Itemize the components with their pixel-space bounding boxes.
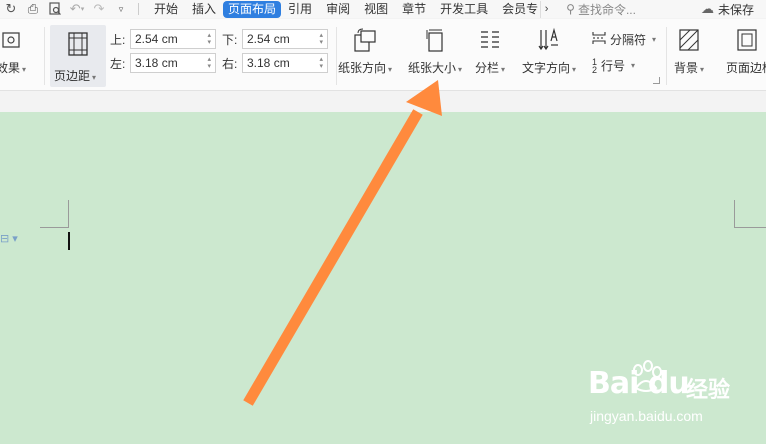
tab-view[interactable]: 视图: [357, 1, 395, 18]
text-cursor: [68, 232, 70, 250]
text-direction-icon: [536, 27, 562, 53]
columns-button[interactable]: 分栏 ▾: [475, 27, 505, 76]
paragraph-mark-icon: ⊟ ▾: [0, 233, 18, 245]
customize-icon[interactable]: ▿: [110, 0, 132, 18]
line-number-label: 行号: [601, 59, 626, 73]
line-number-icon: 12: [592, 56, 598, 75]
effects-icon: [0, 27, 24, 53]
ribbon-tabs: 开始 插入 页面布局 引用 审阅 视图 章节 开发工具 会员专 ›: [147, 0, 552, 18]
tab-member[interactable]: 会员专: [495, 1, 540, 18]
paper-size-label: 纸张大小: [408, 61, 457, 75]
watermark-cn: 经验: [686, 377, 731, 402]
stepper-icon[interactable]: ▴ ▾: [319, 56, 323, 70]
orientation-button[interactable]: 纸张方向 ▾: [338, 27, 392, 76]
paper-size-button[interactable]: 纸张大小 ▾: [408, 27, 462, 76]
margin-top-label: 上:: [110, 32, 126, 47]
margin-left-label: 左:: [110, 56, 126, 71]
stepper-icon[interactable]: ▴ ▾: [319, 32, 323, 46]
tab-review[interactable]: 审阅: [319, 1, 357, 18]
background-label: 背景: [674, 61, 699, 75]
toolbar-divider: [138, 3, 139, 15]
orientation-label: 纸张方向: [338, 61, 387, 75]
tab-insert[interactable]: 插入: [185, 1, 223, 18]
text-direction-label: 文字方向: [522, 61, 571, 75]
paper-size-icon: [422, 27, 448, 53]
effects-button[interactable]: 效果 ▾: [0, 27, 26, 76]
margin-bottom-label: 下:: [222, 32, 238, 47]
background-icon: [676, 27, 702, 53]
dialog-launcher-icon[interactable]: [653, 77, 660, 84]
margins-icon: [65, 31, 91, 60]
line-number-button[interactable]: 12 行号 ▾: [592, 57, 635, 74]
margin-bottom-row: 下: 2.54 cm ▴ ▾: [222, 29, 328, 49]
left-margin-corner: [40, 200, 69, 228]
stepper-icon[interactable]: ▴ ▾: [207, 56, 211, 70]
print-preview-icon[interactable]: [44, 0, 66, 18]
columns-icon: [477, 27, 503, 53]
margins-button[interactable]: 页边距 ▾: [50, 25, 106, 87]
margin-left-row: 左: 3.18 cm ▴ ▾: [110, 53, 216, 73]
watermark-url: jingyan.baidu.com: [590, 408, 703, 424]
page-border-label: 页面边框: [726, 61, 766, 75]
margin-right-input[interactable]: 3.18 cm ▴ ▾: [242, 53, 328, 73]
tab-chapter[interactable]: 章节: [395, 1, 433, 18]
search-placeholder: 查找命令...: [577, 2, 636, 17]
tab-developer[interactable]: 开发工具: [433, 1, 495, 18]
separator-button[interactable]: 分隔符 ▾: [592, 31, 656, 48]
orientation-icon: [352, 27, 378, 53]
right-margin-corner: [734, 200, 766, 228]
undo-icon[interactable]: ↶ ▾: [66, 0, 88, 18]
watermark-brand: Bai du: [588, 366, 690, 401]
margin-bottom-input[interactable]: 2.54 cm ▴ ▾: [242, 29, 328, 49]
margin-right-row: 右: 3.18 cm ▴ ▾: [222, 53, 328, 73]
margins-label: 页边距: [54, 69, 91, 83]
background-button[interactable]: 背景 ▾: [674, 27, 704, 76]
margin-top-row: 上: 2.54 cm ▴ ▾: [110, 29, 216, 49]
ribbon: 效果 ▾ 页边距 ▾ 上: 2.54 cm ▴ ▾ 左: 3.18 cm ▴ ▾ 下: …: [0, 19, 766, 91]
columns-label: 分栏: [475, 61, 500, 75]
page-border-button[interactable]: 页面边框: [720, 27, 766, 76]
margin-left-input[interactable]: 3.18 cm ▴ ▾: [130, 53, 216, 73]
print-icon[interactable]: ⎙: [22, 0, 44, 18]
cloud-icon: ☁: [700, 1, 714, 16]
redo-icon[interactable]: ↻: [0, 0, 22, 18]
command-search[interactable]: ⚲ 查找命令...: [566, 1, 636, 18]
separator-label: 分隔符: [610, 33, 647, 47]
save-status[interactable]: ☁ 未保存: [701, 0, 754, 18]
tab-references[interactable]: 引用: [281, 1, 319, 18]
chevron-right-icon[interactable]: ›: [540, 0, 552, 18]
separator-icon: [592, 31, 606, 48]
save-status-label: 未保存: [717, 2, 754, 17]
redo-disabled-icon[interactable]: ↷: [88, 0, 110, 18]
stepper-icon[interactable]: ▴ ▾: [207, 32, 211, 46]
search-icon: ⚲: [566, 2, 575, 16]
quick-access-toolbar: ↻ ⎙ ↶ ▾ ↷ ▿: [0, 0, 145, 18]
margin-top-input[interactable]: 2.54 cm ▴ ▾: [130, 29, 216, 49]
effects-label: 效果: [0, 61, 21, 75]
margin-right-label: 右:: [222, 56, 238, 71]
ruler-gap: [0, 92, 766, 112]
text-direction-button[interactable]: 文字方向 ▾: [522, 27, 576, 76]
baidu-watermark: Bai du 经验 jingyan.baidu.com: [588, 360, 764, 440]
tab-page-layout[interactable]: 页面布局: [223, 0, 282, 18]
tab-home[interactable]: 开始: [147, 1, 185, 18]
page-border-icon: [734, 27, 760, 53]
menu-bar: ↻ ⎙ ↶ ▾ ↷ ▿ 开始 插入 页面布局 引用 审阅 视图 章节 开发工具 会…: [0, 0, 766, 18]
